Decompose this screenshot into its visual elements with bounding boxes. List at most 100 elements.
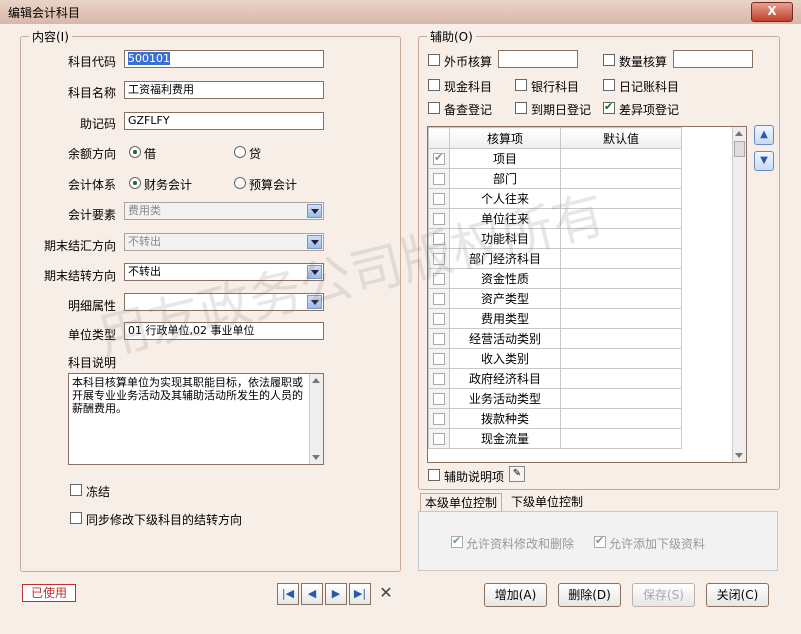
table-row[interactable]: 功能科目 xyxy=(428,228,682,249)
row-checkbox[interactable] xyxy=(433,413,445,425)
row-checkbox[interactable] xyxy=(433,253,445,265)
row-checkbox[interactable] xyxy=(433,151,445,165)
row-default-cell[interactable] xyxy=(560,188,682,209)
chevron-down-icon[interactable] xyxy=(307,204,322,218)
quantity-checkbox[interactable] xyxy=(603,54,615,66)
chevron-down-icon[interactable] xyxy=(307,265,322,279)
row-checkbox-cell[interactable] xyxy=(428,388,450,409)
row-checkbox[interactable] xyxy=(433,193,445,205)
cancel-icon[interactable]: ✕ xyxy=(375,583,397,605)
journal-account-checkbox[interactable] xyxy=(603,79,615,91)
row-checkbox-cell[interactable] xyxy=(428,228,450,249)
budget-accounting-radio[interactable] xyxy=(234,177,246,189)
tab-local-unit-control[interactable]: 本级单位控制 xyxy=(420,493,503,511)
row-default-cell[interactable] xyxy=(560,388,682,409)
variance-register-checkbox[interactable] xyxy=(603,100,615,114)
row-checkbox[interactable] xyxy=(433,213,445,225)
freeze-checkbox[interactable] xyxy=(70,484,82,496)
row-checkbox[interactable] xyxy=(433,233,445,245)
row-checkbox-cell[interactable] xyxy=(428,328,450,349)
row-default-cell[interactable] xyxy=(560,288,682,309)
row-checkbox[interactable] xyxy=(433,293,445,305)
scroll-up-icon[interactable] xyxy=(735,131,743,136)
row-checkbox[interactable] xyxy=(433,333,445,345)
row-checkbox[interactable] xyxy=(433,393,445,405)
row-checkbox[interactable] xyxy=(433,313,445,325)
table-row[interactable]: 单位往来 xyxy=(428,208,682,229)
row-checkbox-cell[interactable] xyxy=(428,288,450,309)
chevron-down-icon[interactable] xyxy=(307,235,322,249)
aux-desc-checkbox[interactable] xyxy=(428,469,440,481)
table-row[interactable]: 部门经济科目 xyxy=(428,248,682,269)
row-default-cell[interactable] xyxy=(560,308,682,329)
row-checkbox-cell[interactable] xyxy=(428,408,450,429)
delete-button[interactable]: 删除(D) xyxy=(558,583,621,607)
allow-add-checkbox[interactable] xyxy=(594,534,606,548)
row-checkbox-cell[interactable] xyxy=(428,248,450,269)
row-default-cell[interactable] xyxy=(560,208,682,229)
mnemonic-field[interactable]: GZFLFY xyxy=(124,112,324,130)
scroll-thumb[interactable] xyxy=(734,141,745,157)
financial-accounting-radio[interactable] xyxy=(129,177,141,189)
cash-account-checkbox[interactable] xyxy=(428,79,440,91)
row-default-cell[interactable] xyxy=(560,328,682,349)
tab-subordinate-unit-control[interactable]: 下级单位控制 xyxy=(507,493,587,511)
bank-account-checkbox[interactable] xyxy=(515,79,527,91)
row-checkbox-cell[interactable] xyxy=(428,188,450,209)
row-checkbox-cell[interactable] xyxy=(428,268,450,289)
row-checkbox[interactable] xyxy=(433,353,445,365)
description-scrollbar[interactable] xyxy=(309,374,323,464)
foreign-currency-checkbox[interactable] xyxy=(428,54,440,66)
row-default-cell[interactable] xyxy=(560,148,682,169)
row-checkbox-cell[interactable] xyxy=(428,168,450,189)
row-checkbox-cell[interactable] xyxy=(428,208,450,229)
add-button[interactable]: 增加(A) xyxy=(484,583,547,607)
edit-icon[interactable]: ✎ xyxy=(509,466,525,482)
row-checkbox[interactable] xyxy=(433,433,445,445)
row-default-cell[interactable] xyxy=(560,428,682,449)
row-default-cell[interactable] xyxy=(560,168,682,189)
allow-modify-checkbox[interactable] xyxy=(451,534,463,548)
name-field[interactable]: 工资福利费用 xyxy=(124,81,324,99)
table-row[interactable]: 拨款种类 xyxy=(428,408,682,429)
move-down-button[interactable]: ▼ xyxy=(754,151,774,171)
unit-type-field[interactable]: 01 行政单位,02 事业单位 xyxy=(124,322,324,340)
description-textarea[interactable]: 本科目核算单位为实现其职能目标，依法履职或开展专业业务活动及其辅助活动所发生的人… xyxy=(68,373,324,465)
foreign-currency-input[interactable] xyxy=(498,50,578,68)
table-row[interactable]: 个人往来 xyxy=(428,188,682,209)
row-checkbox-cell[interactable] xyxy=(428,368,450,389)
first-record-button[interactable]: |◀ xyxy=(277,583,299,605)
row-checkbox-cell[interactable] xyxy=(428,308,450,329)
table-row[interactable]: 收入类别 xyxy=(428,348,682,369)
row-default-cell[interactable] xyxy=(560,368,682,389)
period-end-transfer-select[interactable]: 不转出 xyxy=(124,263,324,281)
row-checkbox[interactable] xyxy=(433,173,445,185)
row-checkbox[interactable] xyxy=(433,273,445,285)
debit-radio[interactable] xyxy=(129,146,141,158)
table-row[interactable]: 业务活动类型 xyxy=(428,388,682,409)
table-row[interactable]: 费用类型 xyxy=(428,308,682,329)
table-row[interactable]: 资金性质 xyxy=(428,268,682,289)
move-up-button[interactable]: ▲ xyxy=(754,125,774,145)
sync-subordinate-checkbox[interactable] xyxy=(70,512,82,524)
close-button[interactable]: 关闭(C) xyxy=(706,583,769,607)
last-record-button[interactable]: ▶| xyxy=(349,583,371,605)
row-checkbox-cell[interactable] xyxy=(428,348,450,369)
table-row[interactable]: 政府经济科目 xyxy=(428,368,682,389)
row-default-cell[interactable] xyxy=(560,268,682,289)
code-field[interactable]: 500101 xyxy=(124,50,324,68)
period-end-summary-select[interactable]: 不转出 xyxy=(124,233,324,251)
grid-scrollbar[interactable] xyxy=(732,127,746,462)
table-row[interactable]: 现金流量 xyxy=(428,428,682,449)
prev-record-button[interactable]: ◀ xyxy=(301,583,323,605)
scroll-down-icon[interactable] xyxy=(312,455,320,460)
table-row[interactable]: 经营活动类别 xyxy=(428,328,682,349)
save-button[interactable]: 保存(S) xyxy=(632,583,695,607)
table-row[interactable]: 项目 xyxy=(428,148,682,169)
table-row[interactable]: 资产类型 xyxy=(428,288,682,309)
memo-register-checkbox[interactable] xyxy=(428,102,440,114)
row-default-cell[interactable] xyxy=(560,228,682,249)
row-default-cell[interactable] xyxy=(560,348,682,369)
chevron-down-icon[interactable] xyxy=(307,295,322,309)
row-checkbox[interactable] xyxy=(433,373,445,385)
